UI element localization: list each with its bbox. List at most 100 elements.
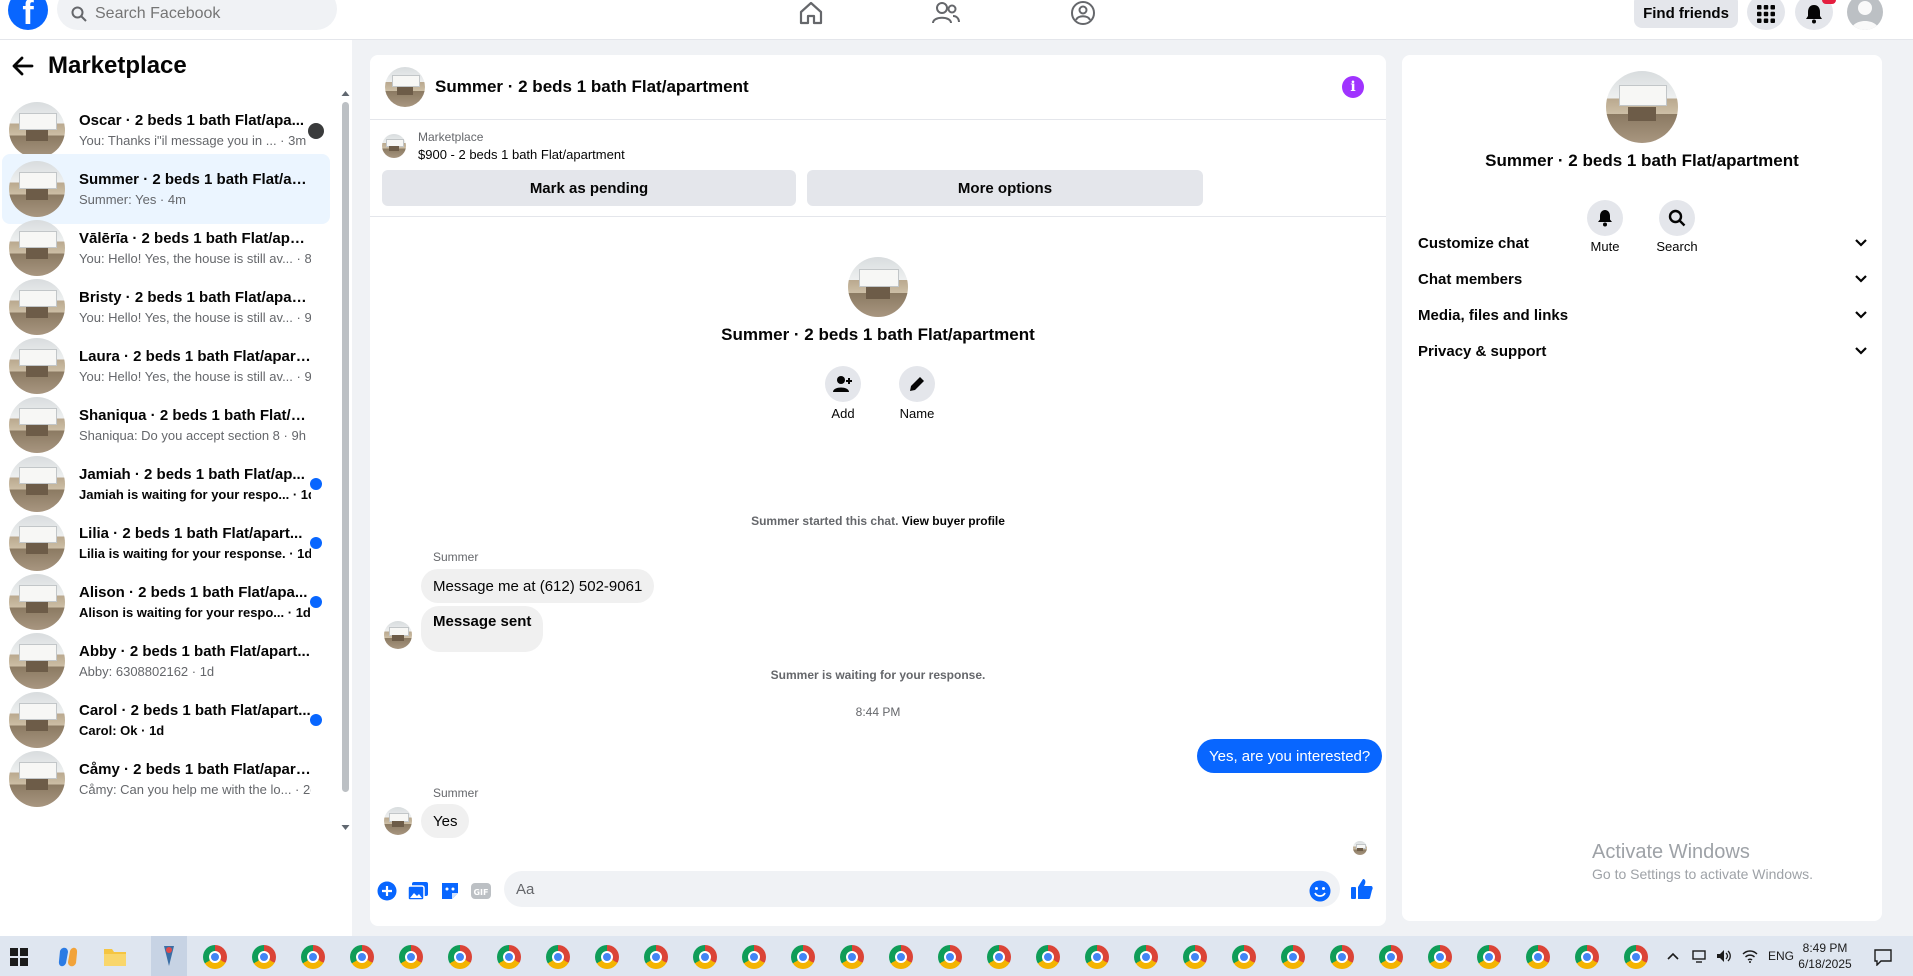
chrome-icon[interactable] <box>643 944 669 970</box>
gif-icon[interactable]: GIF <box>469 879 493 903</box>
chrome-icon[interactable] <box>1427 944 1453 970</box>
conversation-avatar <box>9 751 65 807</box>
unread-indicator <box>310 596 322 608</box>
conversation-preview: Alison is waiting for your respo... · 1d <box>79 605 311 620</box>
more-options-button[interactable]: More options <box>807 170 1203 206</box>
chrome-icon[interactable] <box>202 944 228 970</box>
message-input[interactable] <box>504 871 1340 907</box>
display-icon[interactable] <box>1692 949 1706 963</box>
info-section-row[interactable]: Media, files and links <box>1418 297 1868 333</box>
chrome-icon[interactable] <box>1329 944 1355 970</box>
chrome-icon[interactable] <box>1476 944 1502 970</box>
conversation-item[interactable]: Cåmy · 2 beds 1 bath Flat/apart... Cåmy: … <box>2 744 330 814</box>
chrome-icon[interactable] <box>1182 944 1208 970</box>
info-section-row[interactable]: Privacy & support <box>1418 333 1868 369</box>
emoji-icon[interactable] <box>1308 879 1332 903</box>
sender-avatar[interactable] <box>384 807 412 835</box>
chrome-icon[interactable] <box>1378 944 1404 970</box>
chrome-icon[interactable] <box>1084 944 1110 970</box>
chevron-up-icon[interactable] <box>1666 951 1680 961</box>
taskbar-clock[interactable]: 8:49 PM 6/18/2025 <box>1790 940 1860 972</box>
menu-grid-icon[interactable] <box>1747 0 1785 30</box>
chrome-icon[interactable] <box>986 944 1012 970</box>
chat-title[interactable]: Summer · 2 beds 1 bath Flat/apartment <box>435 77 749 97</box>
seen-avatar <box>308 123 324 139</box>
active-app-icon[interactable] <box>151 936 187 976</box>
chrome-icon[interactable] <box>1525 944 1551 970</box>
chrome-icon[interactable] <box>1035 944 1061 970</box>
mark-pending-button[interactable]: Mark as pending <box>382 170 796 206</box>
search-input[interactable] <box>95 5 295 23</box>
sidebar-header: Marketplace <box>12 52 187 80</box>
chrome-icon[interactable] <box>545 944 571 970</box>
copilot-icon[interactable] <box>55 944 81 970</box>
edit-name-button[interactable] <box>899 366 935 402</box>
clock-date: 6/18/2025 <box>1798 957 1852 971</box>
info-section-label: Customize chat <box>1418 234 1529 252</box>
chrome-icon[interactable] <box>839 944 865 970</box>
outgoing-message-bubble[interactable]: Yes, are you interested? <box>1197 739 1383 773</box>
message-bubble[interactable]: Yes <box>421 804 470 838</box>
sidebar-scrollbar[interactable] <box>340 90 350 832</box>
chrome-icon[interactable] <box>300 944 326 970</box>
intro-name: Summer · 2 beds 1 bath Flat/apartment <box>721 325 1035 344</box>
chrome-icon[interactable] <box>496 944 522 970</box>
chrome-icon[interactable] <box>447 944 473 970</box>
bell-icon[interactable] <box>1795 0 1833 30</box>
file-explorer-icon[interactable] <box>102 944 128 970</box>
chrome-icon[interactable] <box>1623 944 1649 970</box>
groups-icon[interactable] <box>1068 0 1098 26</box>
conversation-avatar <box>9 220 65 276</box>
svg-text:GIF: GIF <box>473 888 488 897</box>
friends-icon[interactable] <box>931 0 961 26</box>
conversation-name: Alison · 2 beds 1 bath Flat/apa... <box>79 584 308 601</box>
chrome-icon[interactable] <box>1280 944 1306 970</box>
message-bubble[interactable]: Message sent <box>421 606 544 652</box>
photo-icon[interactable] <box>406 879 430 903</box>
chrome-icon[interactable] <box>1231 944 1257 970</box>
sticker-icon[interactable] <box>438 879 462 903</box>
scrollbar-thumb[interactable] <box>342 102 349 792</box>
chrome-icon[interactable] <box>937 944 963 970</box>
chrome-icon[interactable] <box>790 944 816 970</box>
find-friends-button[interactable]: Find friends <box>1634 0 1738 28</box>
volume-icon[interactable] <box>1716 949 1732 963</box>
chrome-icon[interactable] <box>349 944 375 970</box>
chrome-icon[interactable] <box>888 944 914 970</box>
system-tray: ENG <box>1666 936 1794 976</box>
chrome-icon[interactable] <box>251 944 277 970</box>
profile-icon[interactable] <box>1847 0 1883 30</box>
conversation-preview: You: Hello! Yes, the house is still av..… <box>79 310 311 325</box>
facebook-logo[interactable]: f <box>8 0 48 32</box>
sender-avatar[interactable] <box>384 621 412 649</box>
view-buyer-profile-link[interactable]: View buyer profile <box>902 514 1005 528</box>
chrome-icon[interactable] <box>1574 944 1600 970</box>
windows-taskbar: ENG 8:49 PM 6/18/2025 <box>0 936 1913 976</box>
info-section-row[interactable]: Customize chat <box>1418 225 1868 261</box>
notification-badge <box>1822 0 1836 4</box>
back-arrow-icon[interactable] <box>12 56 34 76</box>
conversation-avatar <box>9 397 65 453</box>
message-bubble[interactable]: Message me at (612) 502-9061 <box>421 569 655 603</box>
thumbs-up-icon[interactable] <box>1350 877 1374 901</box>
chrome-icon[interactable] <box>398 944 424 970</box>
windows-start-icon[interactable] <box>6 944 32 970</box>
add-person-button[interactable] <box>825 366 861 402</box>
chrome-icon[interactable] <box>594 944 620 970</box>
message-composer: GIF <box>370 869 1386 925</box>
home-icon[interactable] <box>796 0 826 26</box>
listing-banner[interactable]: Marketplace $900 - 2 beds 1 bath Flat/ap… <box>382 130 625 162</box>
chrome-icon[interactable] <box>741 944 767 970</box>
info-avatar[interactable] <box>1606 71 1678 143</box>
chrome-icon[interactable] <box>692 944 718 970</box>
info-section-label: Chat members <box>1418 270 1523 288</box>
plus-icon[interactable] <box>375 879 399 903</box>
info-section-row[interactable]: Chat members <box>1418 261 1868 297</box>
chat-avatar[interactable] <box>385 67 425 107</box>
chrome-icon[interactable] <box>1133 944 1159 970</box>
search-box[interactable] <box>57 0 337 30</box>
notifications-icon[interactable] <box>1870 944 1896 970</box>
info-icon[interactable]: i <box>1342 76 1364 98</box>
chat-started-notice: Summer started this chat. View buyer pro… <box>370 514 1386 528</box>
wifi-icon[interactable] <box>1742 949 1758 963</box>
